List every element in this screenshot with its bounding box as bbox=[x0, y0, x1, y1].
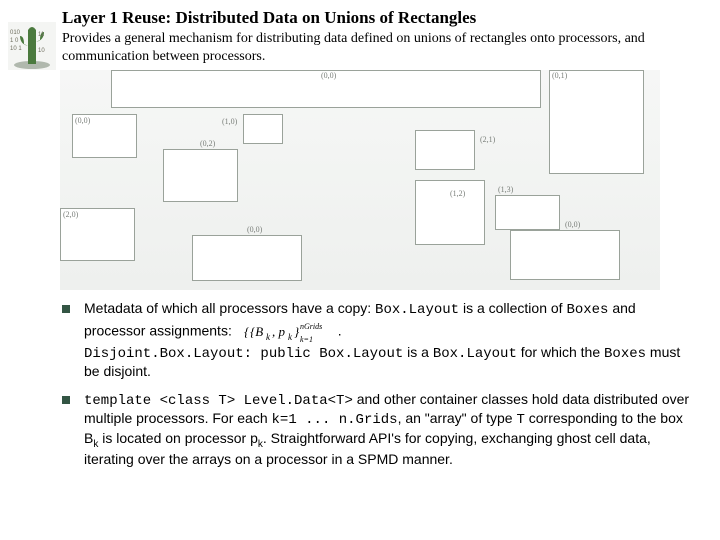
diagram-box-label: (1,2) bbox=[450, 189, 465, 198]
diagram-box bbox=[163, 149, 238, 202]
code-span: Box.Layout bbox=[433, 346, 517, 362]
diagram-box bbox=[549, 70, 644, 174]
text-span: is a bbox=[403, 344, 433, 360]
svg-text:010: 010 bbox=[10, 30, 21, 36]
text-span: , an "array" of type bbox=[398, 410, 517, 426]
diagram-box bbox=[495, 195, 560, 230]
bullet-list: Metadata of which all processors have a … bbox=[62, 300, 692, 478]
text-span: is located on processor p bbox=[98, 430, 258, 446]
code-span: Disjoint.Box.Layout: public Box.Layout bbox=[84, 346, 403, 362]
code-span: Boxes bbox=[604, 346, 646, 362]
diagram-box-label: (0,2) bbox=[200, 139, 215, 148]
diagram-box-label: (0,0) bbox=[321, 71, 336, 80]
formula: { {B k , p k } nGrids k=1 bbox=[236, 320, 338, 344]
code-span: T bbox=[516, 412, 524, 428]
svg-text:k: k bbox=[288, 332, 293, 342]
diagram-box-label: (1,0) bbox=[222, 117, 237, 126]
code-span: k=1 ... n.Grids bbox=[272, 412, 398, 428]
bullet-marker bbox=[62, 305, 70, 313]
slide-intro: Provides a general mechanism for distrib… bbox=[62, 30, 702, 65]
text-span: . bbox=[338, 322, 342, 338]
code-span: template <class T> Level.Data<T> bbox=[84, 393, 353, 409]
diagram-box-label: (0,0) bbox=[565, 220, 580, 229]
diagram-box bbox=[415, 130, 475, 170]
svg-text:k=1: k=1 bbox=[300, 335, 313, 344]
diagram-box bbox=[243, 114, 283, 144]
diagram-box bbox=[192, 235, 302, 281]
bullet-text: Metadata of which all processors have a … bbox=[84, 300, 692, 381]
bullet-marker bbox=[62, 396, 70, 404]
slide-title: Layer 1 Reuse: Distributed Data on Union… bbox=[62, 8, 476, 28]
diagram-box-label: (2,1) bbox=[480, 135, 495, 144]
diagram-box bbox=[510, 230, 620, 280]
bullet-item: template <class T> Level.Data<T> and oth… bbox=[62, 391, 692, 469]
code-span: Box.Layout bbox=[375, 302, 459, 318]
svg-text:10 1: 10 1 bbox=[10, 46, 22, 52]
text-span: is a collection of bbox=[459, 300, 566, 316]
diagram-box-label: (1,3) bbox=[498, 185, 513, 194]
svg-text:10: 10 bbox=[38, 48, 45, 54]
svg-text:k: k bbox=[266, 332, 271, 342]
diagram-box-label: (0,0) bbox=[247, 225, 262, 234]
bullet-text: template <class T> Level.Data<T> and oth… bbox=[84, 391, 692, 469]
svg-text:, p: , p bbox=[272, 324, 286, 339]
diagram-box-label: (2,0) bbox=[63, 210, 78, 219]
diagram-box-label: (0,1) bbox=[552, 71, 567, 80]
cactus-logo: 010 1 0 10 1 11 10 bbox=[8, 22, 56, 70]
code-span: Boxes bbox=[566, 302, 608, 318]
bullet-item: Metadata of which all processors have a … bbox=[62, 300, 692, 381]
svg-text:nGrids: nGrids bbox=[300, 322, 322, 331]
svg-text:11: 11 bbox=[38, 32, 45, 38]
text-span: Metadata of which all processors have a … bbox=[84, 300, 375, 316]
text-span: for which the bbox=[517, 344, 604, 360]
box-diagram: (0,0) (0,1) (0,0) (0,2) (1,0) (2,1) (2,0) (0,0)… bbox=[60, 70, 660, 290]
svg-text:1 0: 1 0 bbox=[10, 38, 19, 44]
svg-text:{B: {B bbox=[250, 324, 263, 339]
diagram-box-label: (0,0) bbox=[75, 116, 90, 125]
